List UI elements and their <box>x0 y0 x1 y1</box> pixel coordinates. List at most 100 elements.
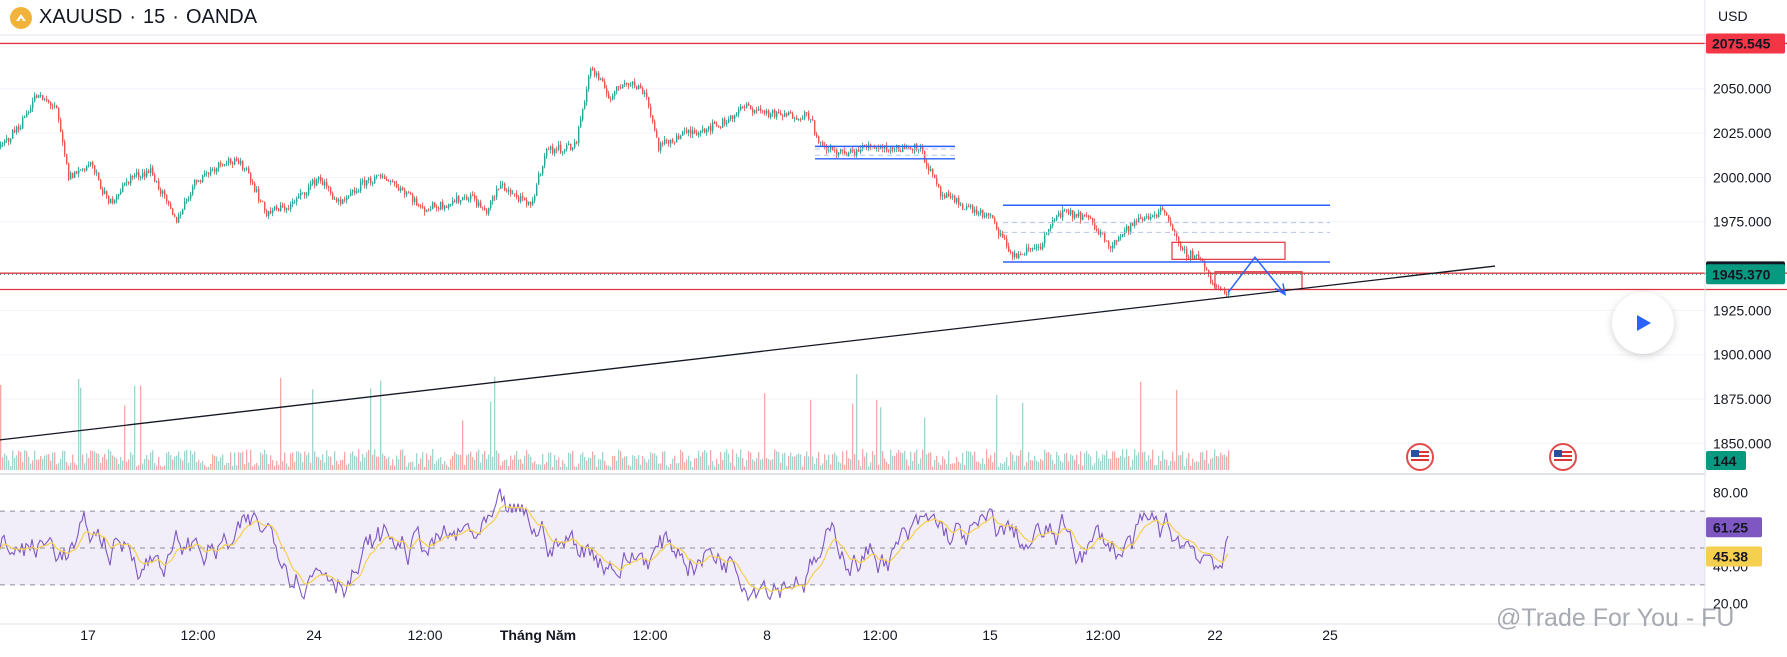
volume-bar <box>408 462 410 470</box>
volume-bar <box>184 451 186 470</box>
candle-body <box>1196 254 1198 256</box>
volume-bar <box>168 451 170 470</box>
volume-bar <box>32 460 34 470</box>
volume-bar <box>342 459 344 470</box>
candle-body <box>26 112 28 118</box>
candle-body <box>322 181 324 186</box>
volume-bar <box>896 453 898 470</box>
volume-bar <box>848 458 850 470</box>
volume-bar <box>1108 458 1110 470</box>
us-flag-icon[interactable] <box>1549 443 1577 471</box>
candle-body <box>1164 209 1166 213</box>
volume-bar <box>192 454 194 470</box>
volume-bar <box>1064 453 1066 470</box>
candle-body <box>602 78 604 82</box>
symbol-header[interactable]: XAUUSD · 15 · OANDA <box>10 6 257 29</box>
volume-bar <box>584 457 586 470</box>
volume-bar <box>860 466 862 470</box>
volume-bar <box>1052 460 1054 470</box>
candle-body <box>342 199 344 204</box>
volume-bar <box>476 451 478 470</box>
volume-bar <box>1204 459 1206 470</box>
volume-bar <box>306 455 308 470</box>
volume-bar <box>1186 458 1188 470</box>
candle-body <box>242 160 244 170</box>
candle-body <box>460 200 462 203</box>
candle-body <box>1180 243 1182 248</box>
volume-bar <box>1114 451 1116 470</box>
currency-label[interactable]: USD <box>1718 8 1748 24</box>
candle-body <box>618 86 620 88</box>
interval-label[interactable]: 15 <box>143 6 165 29</box>
volume-bar <box>290 453 292 470</box>
candle-body <box>104 191 106 195</box>
volume-bar <box>878 464 880 470</box>
volume-bar <box>440 457 442 470</box>
volume-bar <box>1096 451 1098 470</box>
volume-bar <box>720 451 722 470</box>
volume-bar <box>258 465 260 470</box>
volume-bar <box>1172 451 1174 470</box>
volume-bar <box>828 454 830 470</box>
candle-body <box>820 142 822 143</box>
volume-bar <box>272 460 274 470</box>
candle-body <box>688 129 690 133</box>
candle-body <box>1006 238 1008 247</box>
candle-body <box>58 108 60 120</box>
price-axis-label: 2000.000 <box>1713 169 1772 185</box>
volume-bar <box>242 451 244 470</box>
volume-bar <box>886 462 888 470</box>
candle-body <box>1162 208 1164 210</box>
volume-bar <box>1192 458 1194 470</box>
candle-body <box>14 129 16 133</box>
volume-bar <box>418 463 420 470</box>
volume-bar <box>196 462 198 470</box>
volume-bar <box>994 452 996 470</box>
volume-bar <box>1218 456 1220 470</box>
volume-bar <box>950 463 952 470</box>
candle-body <box>436 207 438 209</box>
candle-body <box>276 206 278 209</box>
volume-bar <box>1082 465 1084 470</box>
candle-body <box>216 168 218 172</box>
volume-bar <box>1158 455 1160 470</box>
volume-bar <box>156 465 158 470</box>
candle-body <box>444 206 446 209</box>
volume-bar <box>1170 460 1172 470</box>
play-button[interactable] <box>1612 292 1674 354</box>
candle-body <box>1042 243 1044 249</box>
volume-bar <box>1160 461 1162 470</box>
separator: · <box>172 6 179 28</box>
volume-bar <box>712 461 714 470</box>
candle-body <box>1176 232 1178 238</box>
volume-bar <box>650 452 652 470</box>
candle-body <box>1068 210 1070 215</box>
volume-bar <box>206 466 208 470</box>
candle-body <box>610 98 612 100</box>
volume-bar <box>438 458 440 470</box>
volume-bar <box>212 454 214 470</box>
candle-body <box>374 176 376 183</box>
volume-bar <box>208 466 210 470</box>
volume-bar <box>702 452 704 470</box>
volume-bar <box>166 453 168 470</box>
candle-body <box>492 196 494 201</box>
candle-body <box>508 189 510 192</box>
volume-bar <box>256 462 258 470</box>
volume-bar <box>4 453 6 470</box>
volume-bar <box>240 452 242 470</box>
volume-bar <box>844 464 846 470</box>
volume-bar <box>1224 454 1226 470</box>
candle-body <box>272 210 274 214</box>
volume-bar <box>1200 452 1202 470</box>
volume-bar <box>424 466 426 470</box>
candle-body <box>1190 250 1192 259</box>
candle-body <box>972 205 974 213</box>
volume-bar <box>830 464 832 470</box>
candle-body <box>200 180 202 182</box>
trading-chart[interactable]: 2050.000 2025.000 2000.000 1975.000 1925.000… <box>0 0 1787 657</box>
us-flag-icon[interactable] <box>1406 443 1434 471</box>
candle-body <box>218 162 220 169</box>
volume-bar <box>888 463 890 470</box>
candle-body <box>458 196 460 203</box>
